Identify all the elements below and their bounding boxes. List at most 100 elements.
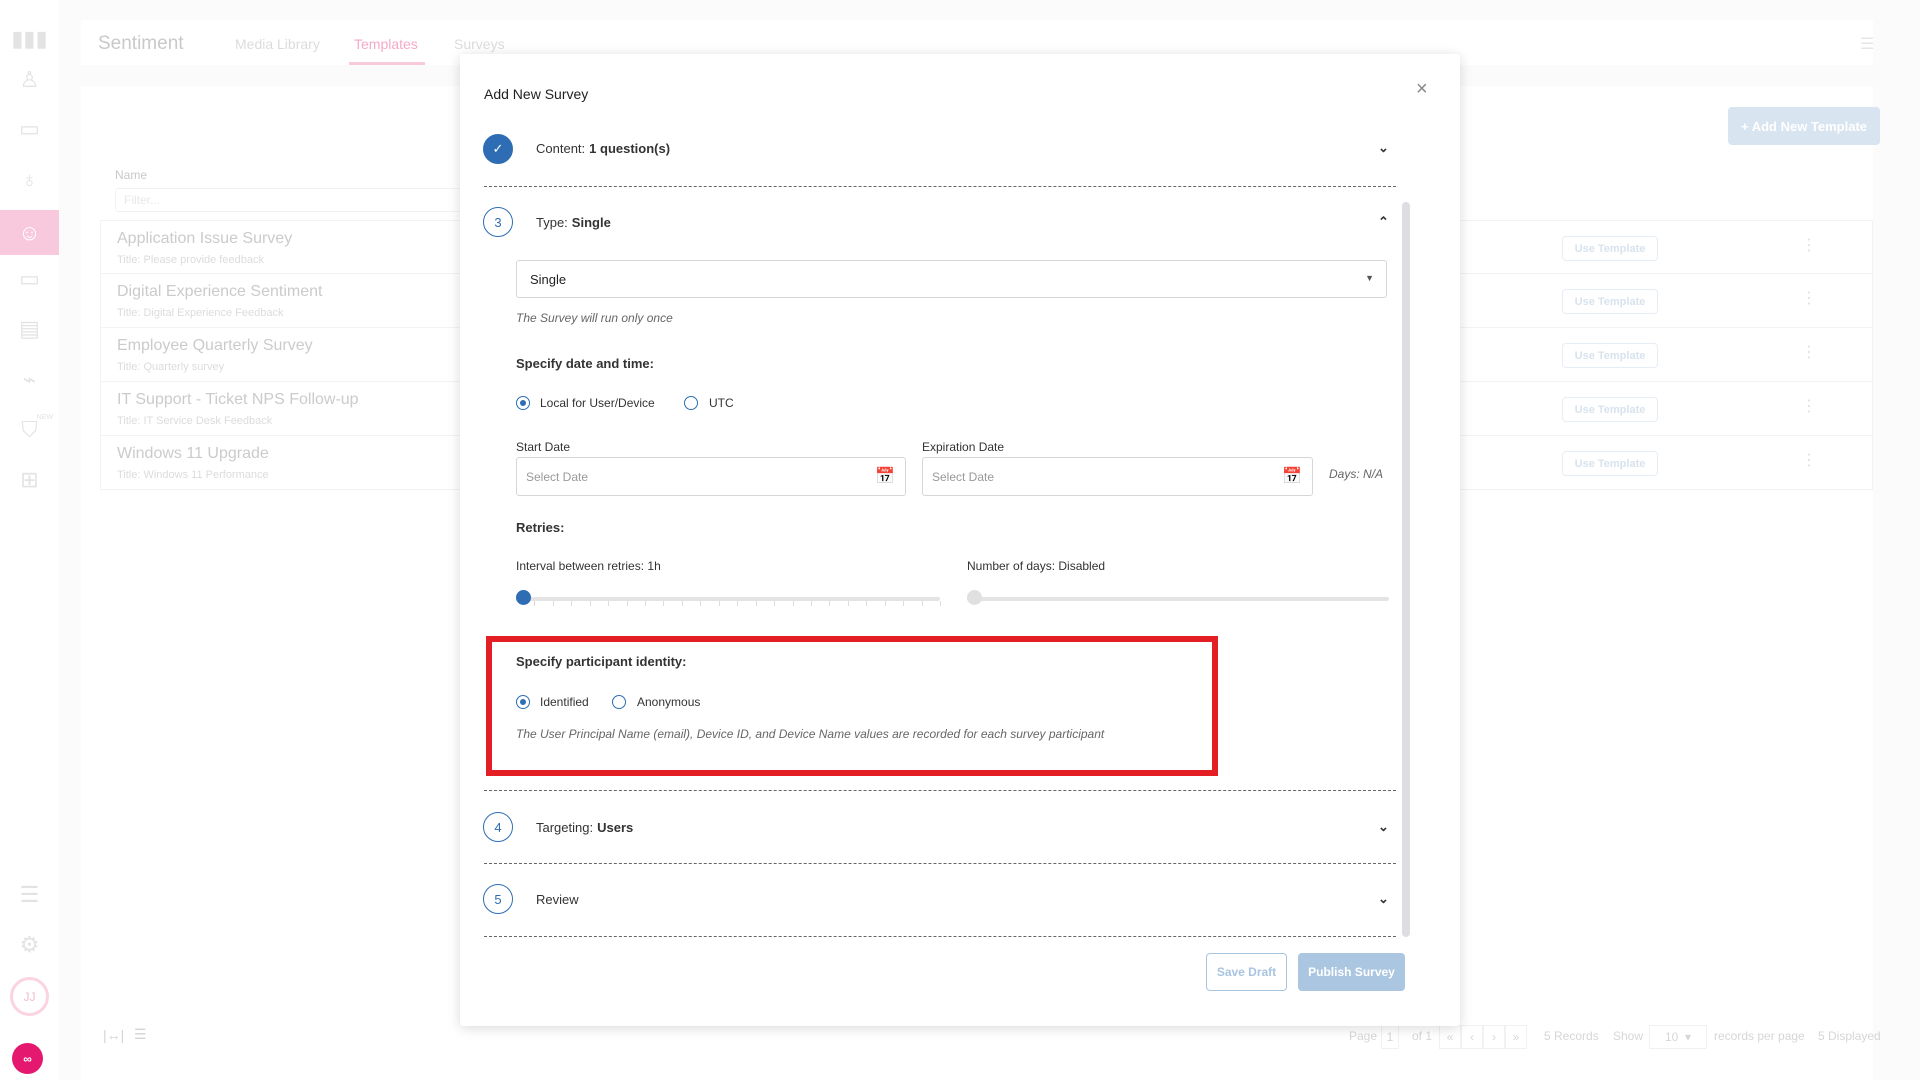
identity-hint: The User Principal Name (email), Device … <box>516 727 1105 741</box>
radio-anonymous[interactable] <box>612 695 626 709</box>
more-options-icon[interactable]: ⋮ <box>1801 450 1817 470</box>
tab-templates[interactable]: Templates <box>354 36 418 52</box>
smiley-icon[interactable]: ☺ <box>0 210 59 255</box>
slider-tick <box>626 601 628 606</box>
apps-add-icon[interactable]: ⊞ <box>0 462 59 498</box>
save-draft-button[interactable]: Save Draft <box>1206 953 1287 991</box>
per-page-select[interactable]: 10 ▾ <box>1649 1025 1707 1049</box>
page-label: Page <box>1349 1029 1378 1043</box>
radio-identified[interactable] <box>516 695 530 709</box>
first-page-button[interactable]: « <box>1439 1025 1461 1049</box>
slider-track <box>516 597 940 601</box>
use-template-button[interactable]: Use Template <box>1562 289 1658 314</box>
step-complete-check-icon: ✓ <box>483 134 513 164</box>
template-subtitle: Title: IT Service Desk Feedback <box>117 415 273 427</box>
start-date-placeholder: Select Date <box>526 470 589 484</box>
page-title: Sentiment <box>98 33 184 54</box>
user-icon[interactable]: ♙ <box>0 62 59 98</box>
last-page-button[interactable]: » <box>1505 1025 1527 1049</box>
next-page-button[interactable]: › <box>1483 1025 1505 1049</box>
slider-thumb[interactable] <box>516 590 531 605</box>
template-subtitle: Title: Windows 11 Performance <box>117 469 269 481</box>
name-filter-input[interactable]: Filter... <box>115 188 465 212</box>
survey-type-value: Single <box>530 272 567 287</box>
report-icon[interactable]: ▤ <box>0 311 59 347</box>
page-number-input[interactable]: 1 <box>1381 1025 1399 1049</box>
laptop-icon[interactable]: ▭ <box>0 111 59 147</box>
more-options-icon[interactable]: ⋮ <box>1801 396 1817 416</box>
list-document-icon[interactable]: ☰ <box>0 877 59 913</box>
slider-tick <box>552 601 554 606</box>
slider-tick <box>774 601 776 606</box>
divider <box>484 790 1396 791</box>
settings-sliders-icon[interactable]: ☰ <box>1860 34 1874 54</box>
user-screen-icon[interactable]: ▭ <box>0 261 59 297</box>
slider-tick <box>608 601 610 606</box>
days-slider[interactable] <box>967 590 1389 612</box>
caret-down-icon: ▼ <box>1365 273 1374 283</box>
interval-slider[interactable] <box>516 590 941 612</box>
radio-local-label[interactable]: Local for User/Device <box>540 396 655 410</box>
microphone-icon[interactable]: ♁ <box>0 162 59 198</box>
radio-utc[interactable] <box>684 396 698 410</box>
survey-type-select[interactable]: Single ▼ <box>516 260 1387 298</box>
calendar-icon[interactable]: 📅 <box>875 466 895 486</box>
avatar[interactable]: JJ <box>10 977 49 1016</box>
bar-chart-icon[interactable]: ▮▮▮ <box>0 21 59 57</box>
start-date-label: Start Date <box>516 440 571 454</box>
tab-media-library[interactable]: Media Library <box>235 36 320 52</box>
publish-survey-button[interactable]: Publish Survey <box>1298 953 1405 991</box>
calendar-icon[interactable]: 📅 <box>1282 466 1302 486</box>
chevron-down-icon[interactable]: ⌄ <box>1378 819 1389 835</box>
scrollbar[interactable] <box>1402 202 1410 937</box>
shield-icon[interactable]: ⛉ NEW <box>0 412 59 448</box>
fit-columns-icon[interactable]: |↔| <box>103 1027 124 1043</box>
filter-lines-icon[interactable]: ☰ <box>134 1026 147 1043</box>
radio-identified-label[interactable]: Identified <box>540 695 589 709</box>
active-tab-indicator <box>349 62 425 65</box>
show-label: Show <box>1613 1029 1644 1043</box>
expiration-date-input[interactable]: Select Date 📅 <box>922 457 1313 496</box>
more-options-icon[interactable]: ⋮ <box>1801 235 1817 255</box>
divider <box>484 936 1396 937</box>
step-targeting-header[interactable]: Targeting: Users <box>536 820 633 835</box>
chevron-down-icon[interactable]: ⌄ <box>1378 140 1389 156</box>
radio-utc-label[interactable]: UTC <box>709 396 734 410</box>
add-new-template-button[interactable]: + Add New Template <box>1728 107 1880 145</box>
start-date-input[interactable]: Select Date 📅 <box>516 457 906 496</box>
radio-local[interactable] <box>516 396 530 410</box>
identity-heading: Specify participant identity: <box>516 654 687 669</box>
step-number: 4 <box>483 812 513 842</box>
step-review-header[interactable]: Review <box>536 892 579 907</box>
use-template-button[interactable]: Use Template <box>1562 397 1658 422</box>
more-options-icon[interactable]: ⋮ <box>1801 342 1817 362</box>
gear-icon[interactable]: ⚙ <box>0 927 59 963</box>
tab-surveys[interactable]: Surveys <box>454 36 505 52</box>
monitor-pulse-icon[interactable]: ⌁ <box>0 362 59 398</box>
slider-tick <box>718 601 720 606</box>
use-template-button[interactable]: Use Template <box>1562 236 1658 261</box>
chevron-up-icon[interactable]: ⌃ <box>1378 214 1389 230</box>
slider-thumb[interactable] <box>967 590 982 605</box>
use-template-button[interactable]: Use Template <box>1562 451 1658 476</box>
survey-type-hint: The Survey will run only once <box>516 311 673 325</box>
step-content-header[interactable]: Content: 1 question(s) <box>536 141 670 156</box>
days-label: Number of days: Disabled <box>967 559 1106 573</box>
close-icon[interactable]: × <box>1416 79 1428 99</box>
chevron-down-icon[interactable]: ⌄ <box>1378 891 1389 907</box>
step-label: Review <box>536 892 579 907</box>
use-template-button[interactable]: Use Template <box>1562 343 1658 368</box>
records-count: 5 Records <box>1544 1029 1599 1043</box>
step-type-header[interactable]: Type: Single <box>536 215 611 230</box>
slider-tick <box>792 601 794 606</box>
interval-label: Interval between retries: 1h <box>516 559 661 573</box>
radio-anonymous-label[interactable]: Anonymous <box>637 695 700 709</box>
more-options-icon[interactable]: ⋮ <box>1801 288 1817 308</box>
retries-heading: Retries: <box>516 520 565 535</box>
step-number: 5 <box>483 884 513 914</box>
template-subtitle: Title: Digital Experience Feedback <box>117 307 284 319</box>
prev-page-button[interactable]: ‹ <box>1461 1025 1483 1049</box>
divider <box>484 186 1396 187</box>
template-name: Digital Experience Sentiment <box>117 283 323 300</box>
step-value: Users <box>597 820 634 835</box>
